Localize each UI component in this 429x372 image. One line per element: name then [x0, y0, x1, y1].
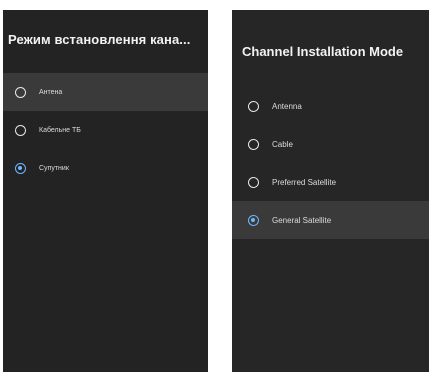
option-list: Антена Кабельне ТБ Супутник [3, 73, 208, 187]
option-cable[interactable]: Кабельне ТБ [3, 111, 208, 149]
radio-button-icon[interactable] [248, 176, 259, 188]
option-antenna[interactable]: Антена [3, 73, 208, 111]
option-label: Кабельне ТБ [39, 126, 81, 134]
option-general-satellite[interactable]: General Satellite [232, 201, 429, 239]
radio-button-icon[interactable] [15, 86, 26, 98]
option-preferred-satellite[interactable]: Preferred Satellite [232, 163, 429, 201]
option-label: Антена [39, 88, 63, 96]
radio-button-icon[interactable] [248, 100, 259, 112]
panel-title: Channel Installation Mode [242, 44, 404, 59]
option-label: General Satellite [272, 215, 332, 225]
radio-button-icon[interactable] [248, 138, 259, 150]
channel-installation-mode-panel-uk: Режим встановлення кана... Антена Кабель… [3, 10, 208, 372]
radio-button-checked-icon[interactable] [15, 162, 26, 174]
option-label: Супутник [39, 164, 69, 172]
panel-title: Режим встановлення кана... [8, 32, 191, 47]
option-list: Antenna Cable Preferred Satellite Genera… [232, 87, 429, 239]
option-antenna[interactable]: Antenna [232, 87, 429, 125]
option-label: Preferred Satellite [272, 177, 337, 187]
channel-installation-mode-panel-en: Channel Installation Mode Antenna Cable … [232, 10, 429, 372]
option-label: Cable [272, 139, 293, 149]
option-label: Antenna [272, 101, 302, 111]
radio-button-icon[interactable] [15, 124, 26, 136]
option-satellite[interactable]: Супутник [3, 149, 208, 187]
radio-button-checked-icon[interactable] [248, 214, 259, 226]
option-cable[interactable]: Cable [232, 125, 429, 163]
